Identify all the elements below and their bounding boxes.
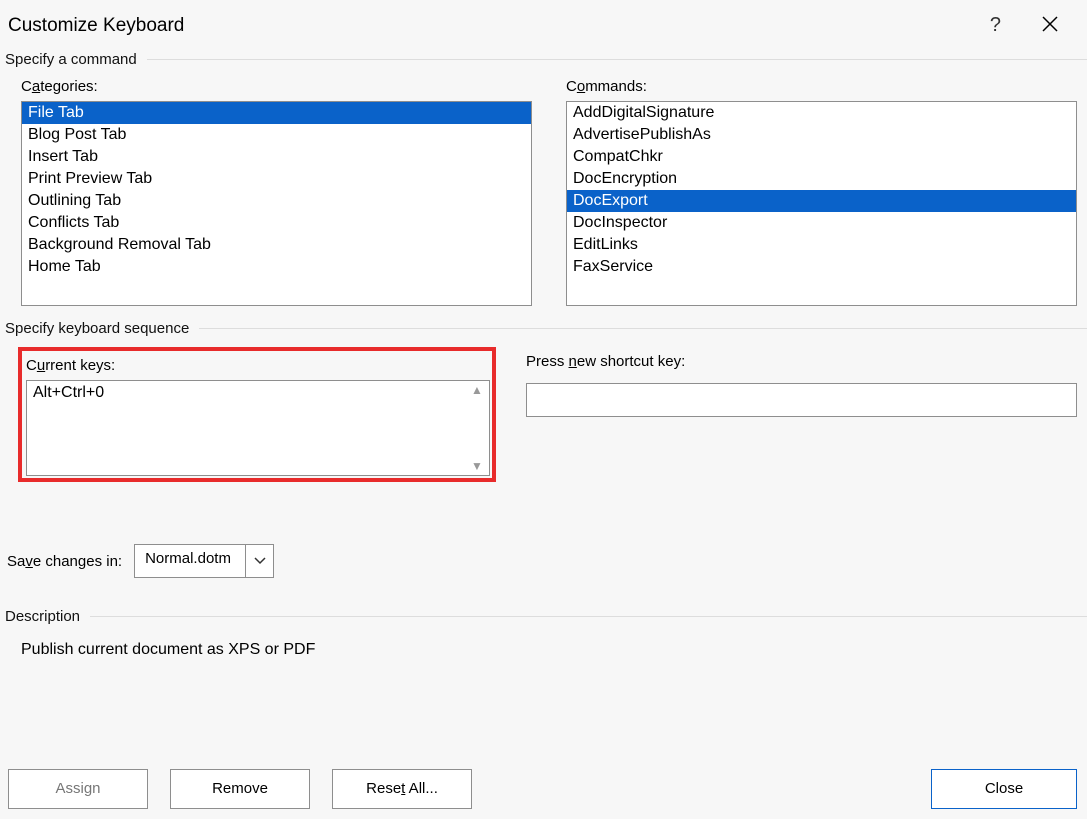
scroll-down-icon[interactable]: ▼ bbox=[467, 459, 487, 473]
current-keys-list-inner: Alt+Ctrl+0 bbox=[27, 381, 489, 405]
categories-label: Categories: bbox=[21, 78, 532, 95]
current-keys-label-part: C bbox=[26, 357, 37, 374]
description-section: Description Publish current document as … bbox=[0, 608, 1087, 659]
section-specify-sequence-text: Specify keyboard sequence bbox=[5, 320, 189, 337]
categories-listbox[interactable]: File TabBlog Post TabInsert TabPrint Pre… bbox=[21, 101, 532, 306]
current-keys-label: Current keys: bbox=[26, 357, 490, 374]
current-keys-label-part2: rrent keys: bbox=[45, 357, 115, 374]
current-keys-scrollbar[interactable]: ▲ ▼ bbox=[467, 383, 487, 473]
list-item[interactable]: Print Preview Tab bbox=[22, 168, 531, 190]
save-in-label: Save changes in: bbox=[7, 553, 122, 570]
description-header-text: Description bbox=[5, 608, 80, 625]
commands-label-part: C bbox=[566, 78, 577, 95]
divider bbox=[147, 59, 1087, 60]
commands-label: Commands: bbox=[566, 78, 1077, 95]
command-columns: Categories: File TabBlog Post TabInsert … bbox=[0, 68, 1087, 306]
commands-label-part2: mmands: bbox=[585, 78, 647, 95]
commands-column: Commands: AddDigitalSignatureAdvertisePu… bbox=[566, 78, 1077, 306]
help-icon[interactable]: ? bbox=[990, 14, 1001, 37]
sequence-columns: Current keys: Alt+Ctrl+0 ▲ ▼ Press new s… bbox=[0, 337, 1087, 482]
section-specify-sequence: Specify keyboard sequence bbox=[0, 320, 1087, 337]
press-new-label-part2: ew shortcut key: bbox=[577, 353, 685, 370]
scroll-up-icon[interactable]: ▲ bbox=[467, 383, 487, 397]
commands-list-inner: AddDigitalSignatureAdvertisePublishAsCom… bbox=[567, 102, 1076, 305]
list-item[interactable]: DocEncryption bbox=[567, 168, 1076, 190]
current-key-item[interactable]: Alt+Ctrl+0 bbox=[27, 381, 489, 405]
dialog-button-row: Assign Remove Reset All... Close bbox=[8, 769, 1077, 809]
commands-label-ak: o bbox=[577, 78, 585, 95]
list-item[interactable]: File Tab bbox=[22, 102, 531, 124]
current-keys-listbox[interactable]: Alt+Ctrl+0 ▲ ▼ bbox=[26, 380, 490, 476]
list-item[interactable]: Conflicts Tab bbox=[22, 212, 531, 234]
close-button[interactable]: Close bbox=[931, 769, 1077, 809]
list-item[interactable]: AddDigitalSignature bbox=[567, 102, 1076, 124]
categories-label-part: C bbox=[21, 78, 32, 95]
new-shortcut-input[interactable] bbox=[526, 383, 1077, 417]
list-item[interactable]: DocExport bbox=[567, 190, 1076, 212]
titlebar: Customize Keyboard ? bbox=[0, 0, 1087, 47]
customize-keyboard-dialog: Customize Keyboard ? Specify a command C… bbox=[0, 0, 1087, 819]
save-changes-row: Save changes in: Normal.dotm bbox=[0, 482, 1087, 578]
reset-all-part: Rese bbox=[366, 780, 401, 797]
section-specify-command-text: Specify a command bbox=[5, 51, 137, 68]
list-item[interactable]: DocInspector bbox=[567, 212, 1076, 234]
description-text: Publish current document as XPS or PDF bbox=[0, 625, 1087, 659]
save-in-label-part2: e changes in: bbox=[33, 553, 122, 570]
list-item[interactable]: FaxService bbox=[567, 256, 1076, 278]
current-keys-label-ak: u bbox=[37, 357, 45, 374]
titlebar-controls: ? bbox=[990, 14, 1077, 37]
divider bbox=[90, 616, 1087, 617]
current-keys-group: Current keys: Alt+Ctrl+0 ▲ ▼ bbox=[22, 351, 492, 478]
list-item[interactable]: EditLinks bbox=[567, 234, 1076, 256]
dialog-title: Customize Keyboard bbox=[8, 15, 184, 37]
save-in-label-ak: v bbox=[25, 553, 33, 570]
list-item[interactable]: AdvertisePublishAs bbox=[567, 124, 1076, 146]
list-item[interactable]: Home Tab bbox=[22, 256, 531, 278]
reset-all-part2: All... bbox=[405, 780, 438, 797]
list-item[interactable]: Blog Post Tab bbox=[22, 124, 531, 146]
remove-button[interactable]: Remove bbox=[170, 769, 310, 809]
press-new-group: Press new shortcut key: bbox=[526, 347, 1077, 417]
press-new-label: Press new shortcut key: bbox=[526, 353, 1077, 370]
assign-button[interactable]: Assign bbox=[8, 769, 148, 809]
commands-listbox[interactable]: AddDigitalSignatureAdvertisePublishAsCom… bbox=[566, 101, 1077, 306]
categories-list-inner: File TabBlog Post TabInsert TabPrint Pre… bbox=[22, 102, 531, 305]
sequence-section: Specify keyboard sequence Current keys: … bbox=[0, 320, 1087, 482]
save-in-label-part: Sa bbox=[7, 553, 25, 570]
categories-column: Categories: File TabBlog Post TabInsert … bbox=[21, 78, 532, 306]
list-item[interactable]: CompatChkr bbox=[567, 146, 1076, 168]
list-item[interactable]: Insert Tab bbox=[22, 146, 531, 168]
list-item[interactable]: Outlining Tab bbox=[22, 190, 531, 212]
section-specify-command: Specify a command bbox=[0, 51, 1087, 68]
reset-all-button[interactable]: Reset All... bbox=[332, 769, 472, 809]
current-keys-highlight: Current keys: Alt+Ctrl+0 ▲ ▼ bbox=[18, 347, 496, 482]
close-icon[interactable] bbox=[1041, 15, 1059, 37]
list-item[interactable]: Background Removal Tab bbox=[22, 234, 531, 256]
save-in-select[interactable]: Normal.dotm bbox=[134, 544, 274, 578]
press-new-label-ak: n bbox=[569, 353, 577, 370]
save-in-value: Normal.dotm bbox=[135, 545, 245, 577]
divider bbox=[199, 328, 1087, 329]
categories-label-part2: tegories: bbox=[40, 78, 98, 95]
chevron-down-icon[interactable] bbox=[245, 545, 273, 577]
description-header: Description bbox=[0, 608, 1087, 625]
categories-label-ak: a bbox=[32, 78, 40, 95]
press-new-label-part: Press bbox=[526, 353, 569, 370]
